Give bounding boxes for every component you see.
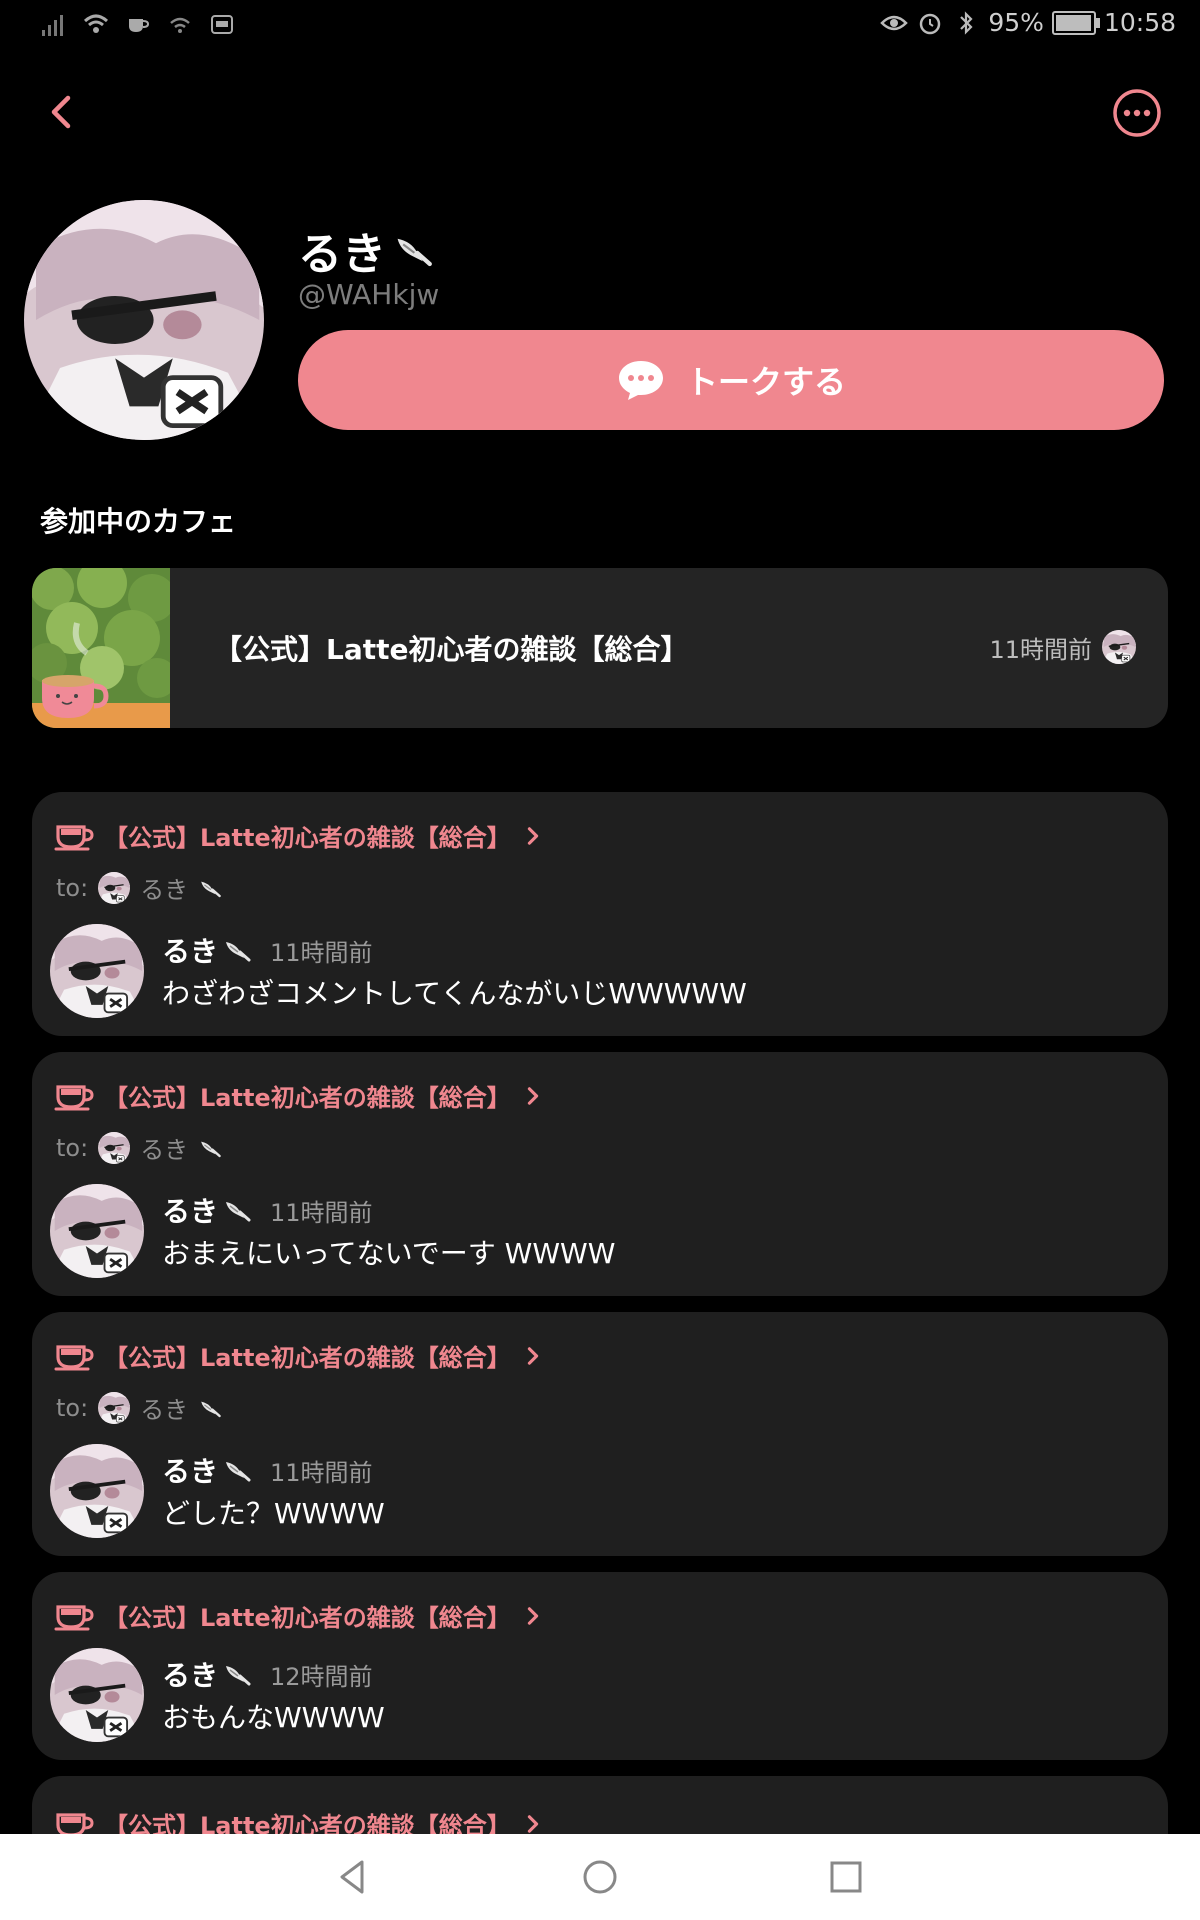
post-text: おまえにいってないでーす WWWW <box>162 1237 616 1270</box>
cup-icon <box>54 1341 94 1371</box>
recipient-name: るき <box>140 1396 189 1424</box>
clock: 10:58 <box>1103 8 1176 37</box>
status-bar: 95% 10:58 <box>0 0 1200 50</box>
post-card[interactable]: 【公式】Latte初心者の雑談【総合】 to: るき るき 11時間前 どした？… <box>32 1312 1168 1556</box>
author-avatar[interactable] <box>50 1444 144 1538</box>
nav-back-button[interactable] <box>330 1854 376 1900</box>
chevron-right-icon <box>521 1084 545 1108</box>
post-cafe-name: 【公式】Latte初心者の雑談【総合】 <box>104 1344 511 1372</box>
post-recipient: to: るき <box>56 1390 222 1425</box>
recipient-avatar <box>98 1392 130 1424</box>
post-cafe-name: 【公式】Latte初心者の雑談【総合】 <box>104 1604 511 1632</box>
author-name: るき <box>162 1455 219 1488</box>
battery-icon <box>1051 10 1100 35</box>
post-text: どした？WWWW <box>162 1497 385 1530</box>
recipient-avatar <box>98 1132 130 1164</box>
author-avatar[interactable] <box>50 1648 144 1742</box>
wifi-secondary-icon <box>170 17 190 33</box>
feather-pen-icon <box>198 1138 222 1158</box>
cafe-member-avatar <box>1102 630 1136 664</box>
post-cafe-name: 【公式】Latte初心者の雑談【総合】 <box>104 1084 511 1112</box>
post-cafe-link[interactable]: 【公式】Latte初心者の雑談【総合】 <box>54 1338 545 1373</box>
alarm-icon <box>920 13 941 34</box>
author-avatar[interactable] <box>50 924 144 1018</box>
talk-button[interactable]: トークする <box>298 330 1164 430</box>
recipient-avatar <box>98 872 130 904</box>
cup-icon <box>54 1081 94 1111</box>
post-cafe-name: 【公式】Latte初心者の雑談【総合】 <box>104 824 511 852</box>
cup-status-icon <box>129 19 150 32</box>
chevron-right-icon <box>521 1344 545 1368</box>
nav-recents-button[interactable] <box>823 1854 869 1900</box>
feather-pen-icon <box>198 878 222 898</box>
author-name: るき <box>162 935 219 968</box>
post-cafe-link[interactable]: 【公式】Latte初心者の雑談【総合】 <box>54 818 545 853</box>
back-button[interactable] <box>40 90 84 134</box>
chat-bubble-icon <box>618 361 663 400</box>
post-time: 11時間前 <box>270 938 373 967</box>
nav-home-button[interactable] <box>577 1854 623 1900</box>
post-time: 12時間前 <box>270 1662 373 1691</box>
cup-icon <box>54 1601 94 1631</box>
cafe-card[interactable]: 【公式】Latte初心者の雑談【総合】 11時間前 <box>32 568 1168 728</box>
recipient-name: るき <box>140 1136 189 1164</box>
post-author: るき 11時間前 <box>162 930 373 970</box>
app-notification-icon <box>211 15 233 34</box>
to-label: to: <box>56 873 89 902</box>
post-author: るき 11時間前 <box>162 1190 373 1230</box>
top-bar <box>0 70 1200 150</box>
author-name: るき <box>162 1195 219 1228</box>
chevron-right-icon <box>521 1604 545 1628</box>
profile-name-text: るき <box>298 229 386 280</box>
feather-pen-icon <box>222 1662 252 1686</box>
author-name: るき <box>162 1659 219 1692</box>
post-author: るき 12時間前 <box>162 1654 373 1694</box>
feather-pen-icon <box>198 1398 222 1418</box>
feather-pen-icon <box>392 233 434 267</box>
chevron-right-icon <box>521 824 545 848</box>
bluetooth-icon <box>960 10 973 35</box>
system-navigation-bar <box>0 1834 1200 1920</box>
post-time: 11時間前 <box>270 1458 373 1487</box>
to-label: to: <box>56 1133 89 1162</box>
to-label: to: <box>56 1393 89 1422</box>
feather-pen-icon <box>222 938 252 962</box>
post-cafe-link[interactable]: 【公式】Latte初心者の雑談【総合】 <box>54 1078 545 1113</box>
status-right: 95% 10:58 <box>880 8 1176 37</box>
profile-name: るき <box>298 218 434 282</box>
eye-comfort-icon <box>880 15 909 30</box>
post-recipient: to: るき <box>56 1130 222 1165</box>
profile-avatar[interactable] <box>24 200 264 440</box>
feather-pen-icon <box>222 1458 252 1482</box>
battery-percent: 95% <box>988 8 1044 37</box>
feather-pen-icon <box>222 1198 252 1222</box>
post-author: るき 11時間前 <box>162 1450 373 1490</box>
more-options-button[interactable] <box>1112 88 1162 138</box>
author-avatar[interactable] <box>50 1184 144 1278</box>
chevron-right-icon <box>521 1812 545 1836</box>
talk-button-label: トークする <box>685 363 846 401</box>
post-text: わざわざコメントしてくんながいじWWWWW <box>162 977 747 1010</box>
profile-handle: @WAHkjw <box>298 278 440 311</box>
post-cafe-link[interactable]: 【公式】Latte初心者の雑談【総合】 <box>54 1598 545 1633</box>
post-card[interactable]: 【公式】Latte初心者の雑談【総合】 るき 12時間前 おもんなWWWW <box>32 1572 1168 1760</box>
wifi-icon <box>83 14 109 33</box>
post-recipient: to: るき <box>56 870 222 905</box>
signal-icon <box>42 15 63 36</box>
post-time: 11時間前 <box>270 1198 373 1227</box>
cafe-thumbnail <box>32 568 170 728</box>
joined-cafes-title: 参加中のカフェ <box>40 505 237 538</box>
post-text: おもんなWWWW <box>162 1701 385 1734</box>
status-left-icons <box>40 10 236 38</box>
post-card[interactable]: 【公式】Latte初心者の雑談【総合】 to: るき るき 11時間前 わざわざ… <box>32 792 1168 1036</box>
cafe-last-activity: 11時間前 <box>989 636 1092 664</box>
post-card[interactable]: 【公式】Latte初心者の雑談【総合】 to: るき るき 11時間前 おまえに… <box>32 1052 1168 1296</box>
cafe-name: 【公式】Latte初心者の雑談【総合】 <box>214 633 689 666</box>
recipient-name: るき <box>140 876 189 904</box>
cup-icon <box>54 821 94 851</box>
